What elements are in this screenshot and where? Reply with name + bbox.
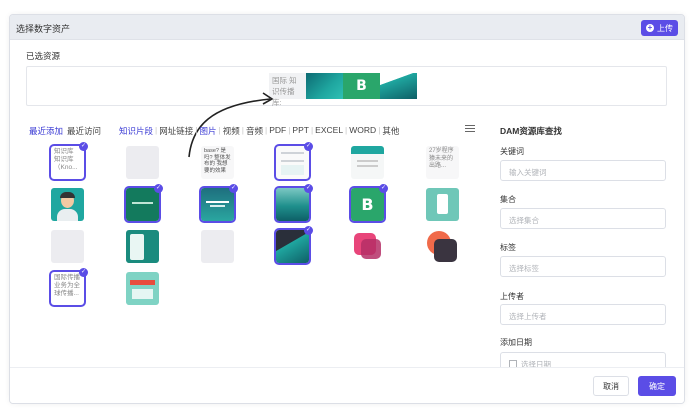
tab-category-6[interactable]: PPT bbox=[292, 125, 309, 137]
selected-resources-box: 国际 知识传播 库: B bbox=[26, 66, 667, 107]
asset-item[interactable]: ✓ bbox=[274, 226, 313, 265]
asset-item[interactable] bbox=[426, 188, 459, 221]
asset-item[interactable]: 知识库 知识库（Kno... ✓ bbox=[49, 142, 88, 181]
tab-category-1[interactable]: 网址链接 bbox=[159, 125, 193, 137]
check-icon: ✓ bbox=[304, 142, 313, 151]
selected-resources-label: 已选资源 bbox=[26, 51, 61, 61]
blank-thumbnail-icon bbox=[126, 146, 159, 179]
cancel-button[interactable]: 取消 bbox=[593, 376, 629, 396]
check-icon: ✓ bbox=[229, 184, 238, 193]
asset-text: base? 是吗? 整体发布的 我想要的效果 bbox=[204, 148, 231, 174]
asset-item[interactable] bbox=[51, 188, 84, 221]
asset-item[interactable] bbox=[426, 230, 459, 263]
asset-item[interactable]: 国际传播业务为全球传播... ✓ bbox=[49, 268, 88, 307]
uploader-select[interactable]: 选择上传者 bbox=[500, 304, 666, 325]
pink-app-icon bbox=[351, 230, 384, 263]
asset-item[interactable]: base? 是吗? 整体发布的 我想要的效果 bbox=[201, 146, 234, 179]
blank-thumbnail-icon bbox=[51, 230, 84, 263]
list-view-icon[interactable] bbox=[465, 125, 475, 133]
asset-tabs: 最近添加 最近访问 知识片段 | 网址链接 | 图片 | 视频 | 音频 | P… bbox=[29, 125, 400, 137]
tag-select[interactable]: 选择标签 bbox=[500, 256, 666, 277]
green-b-logo-icon[interactable]: B bbox=[343, 73, 380, 99]
asset-item[interactable]: ✓ bbox=[274, 184, 313, 223]
asset-item[interactable]: ✓ bbox=[274, 142, 313, 181]
ocean-slide-icon bbox=[274, 186, 311, 223]
avatar-illustration-icon bbox=[51, 188, 84, 221]
asset-item[interactable] bbox=[51, 230, 84, 263]
confirm-button[interactable]: 确定 bbox=[638, 376, 676, 396]
dialog-titlebar: 选择数字资产 + 上传 bbox=[10, 15, 684, 40]
asset-item[interactable] bbox=[126, 146, 159, 179]
green-slide-icon bbox=[124, 186, 161, 223]
plus-circle-icon: + bbox=[646, 23, 654, 32]
check-icon: ✓ bbox=[154, 184, 163, 193]
green-b-logo-icon: B bbox=[349, 186, 386, 223]
teal-phone-illustration-icon bbox=[426, 188, 459, 221]
tab-category-5[interactable]: PDF bbox=[269, 125, 286, 137]
asset-text: 27岁程序猿未来的出路... bbox=[429, 148, 454, 169]
check-icon: ✓ bbox=[79, 268, 88, 277]
check-icon: ✓ bbox=[304, 184, 313, 193]
asset-text: 知识库 知识库（Kno... bbox=[54, 148, 78, 171]
asset-item[interactable]: B ✓ bbox=[349, 184, 388, 223]
asset-item[interactable] bbox=[351, 146, 384, 179]
tab-recent-visited[interactable]: 最近访问 bbox=[67, 125, 101, 137]
asset-item[interactable]: ✓ bbox=[199, 184, 238, 223]
dialog-footer: 取消 确定 bbox=[10, 367, 684, 403]
tab-category-3[interactable]: 视频 bbox=[223, 125, 240, 137]
tag-label: 标签 bbox=[500, 243, 516, 252]
blank-thumbnail-icon bbox=[201, 230, 234, 263]
asset-item[interactable] bbox=[351, 230, 384, 263]
tab-category-7[interactable]: EXCEL bbox=[315, 125, 343, 137]
keyword-label: 关键词 bbox=[500, 147, 524, 156]
collection-select[interactable]: 选择集合 bbox=[500, 208, 666, 229]
asset-item[interactable] bbox=[201, 230, 234, 263]
document-preview-icon bbox=[274, 144, 311, 181]
asset-item[interactable]: ✓ bbox=[124, 184, 163, 223]
tab-category-2[interactable]: 图片 bbox=[200, 125, 217, 137]
asset-text: 国际传播业务为全球传播... bbox=[54, 274, 80, 297]
bridge-photo-icon[interactable] bbox=[380, 73, 417, 99]
asset-picker-dialog: 选择数字资产 + 上传 已选资源 国际 知识传播 库: B 最近添加 最近访问 … bbox=[9, 14, 685, 404]
teal-title-slide-icon bbox=[199, 186, 236, 223]
check-icon: ✓ bbox=[379, 184, 388, 193]
upload-button[interactable]: + 上传 bbox=[641, 20, 678, 36]
uploader-label: 上传者 bbox=[500, 292, 524, 301]
tab-recent-added[interactable]: 最近添加 bbox=[29, 125, 63, 137]
teal-banner-illustration-icon bbox=[126, 272, 159, 305]
phone-screenshot-icon bbox=[126, 230, 159, 263]
asset-item[interactable] bbox=[126, 272, 159, 305]
asset-item[interactable]: 27岁程序猿未来的出路... bbox=[426, 146, 459, 179]
collection-label: 集合 bbox=[500, 195, 516, 204]
check-icon: ✓ bbox=[79, 142, 88, 151]
date-label: 添加日期 bbox=[500, 338, 532, 347]
upload-button-label: 上传 bbox=[657, 23, 673, 33]
tab-category-9[interactable]: 其他 bbox=[382, 125, 399, 137]
dialog-title: 选择数字资产 bbox=[16, 24, 71, 34]
asset-item[interactable] bbox=[126, 230, 159, 263]
orange-dark-app-icon bbox=[426, 230, 459, 263]
check-icon: ✓ bbox=[304, 226, 313, 235]
bridge-photo-icon bbox=[274, 228, 311, 265]
teal-header-slide-icon bbox=[351, 146, 384, 179]
teal-gradient-slide-icon[interactable] bbox=[306, 73, 343, 99]
tab-category-0[interactable]: 知识片段 bbox=[119, 125, 153, 137]
tab-category-8[interactable]: WORD bbox=[349, 125, 376, 137]
dam-search-title: DAM资源库查找 bbox=[500, 126, 562, 136]
keyword-input[interactable]: 输入关键词 bbox=[500, 160, 666, 181]
tab-category-4[interactable]: 音频 bbox=[246, 125, 263, 137]
